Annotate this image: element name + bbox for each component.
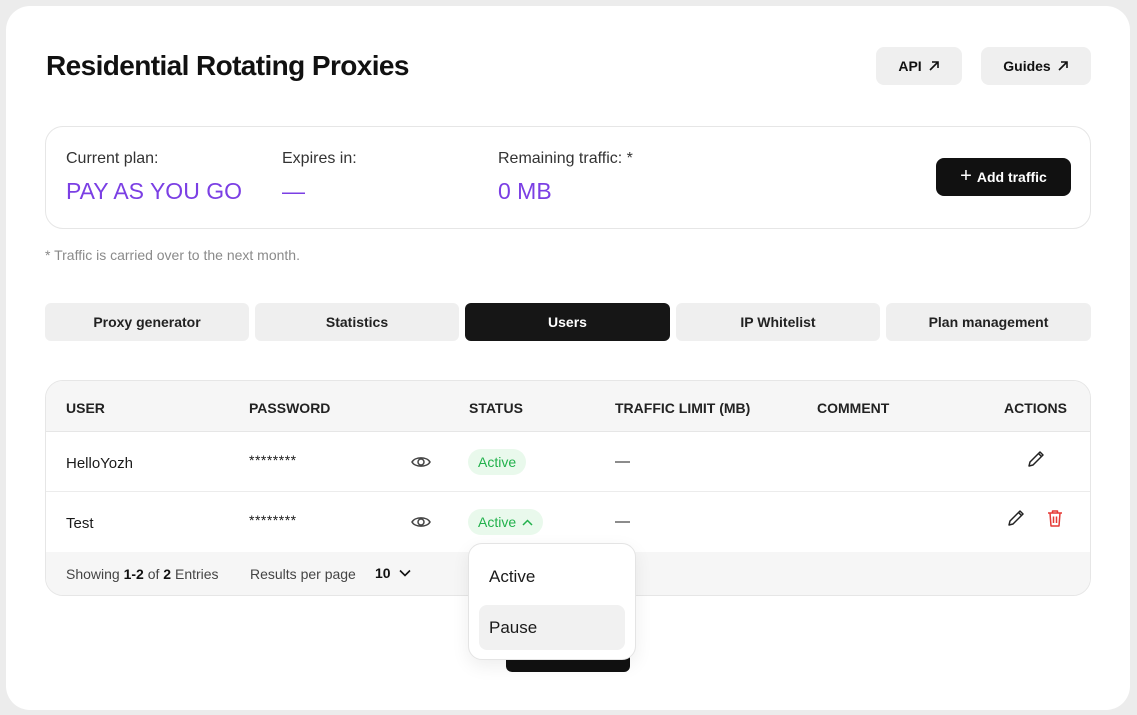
results-per-page-value: 10: [375, 565, 391, 581]
pencil-icon[interactable]: [1005, 507, 1027, 529]
remaining-traffic: Remaining traffic: * 0 MB: [498, 150, 633, 205]
tab-users[interactable]: Users: [465, 303, 670, 341]
tab-ip-whitelist[interactable]: IP Whitelist: [676, 303, 880, 341]
trash-icon[interactable]: [1044, 507, 1066, 529]
user-name: Test: [66, 515, 94, 532]
status-dropdown-trigger[interactable]: Active: [468, 509, 544, 535]
external-arrow-icon: [929, 61, 939, 71]
password-value: ********: [249, 452, 297, 468]
guides-button-label: Guides: [1003, 58, 1051, 74]
current-plan-label: Current plan:: [66, 150, 159, 167]
external-arrow-icon: [1058, 61, 1068, 71]
pencil-icon[interactable]: [1025, 448, 1047, 470]
eye-icon[interactable]: [410, 453, 432, 471]
api-button-label: API: [898, 58, 922, 74]
tab-statistics[interactable]: Statistics: [255, 303, 459, 341]
expires-in: Expires in: —: [282, 150, 357, 205]
traffic-note: * Traffic is carried over to the next mo…: [45, 247, 300, 263]
traffic-limit-value: —: [615, 453, 630, 470]
remaining-traffic-value: 0 MB: [498, 178, 552, 204]
guides-button[interactable]: Guides: [981, 47, 1091, 85]
results-per-page-label: Results per page: [250, 566, 356, 582]
plan-summary-card: Current plan: PAY AS YOU GO Expires in: …: [45, 126, 1091, 229]
pagination-summary: Showing 1-2 of 2 Entries: [66, 566, 219, 582]
column-header-comment: COMMENT: [817, 400, 890, 416]
chevron-up-icon: [522, 518, 533, 526]
column-header-password: PASSWORD: [249, 400, 331, 416]
chevron-down-icon: [399, 569, 411, 577]
api-button[interactable]: API: [876, 47, 962, 85]
current-plan-value: PAY AS YOU GO: [66, 178, 242, 204]
plus-icon: +: [960, 165, 972, 187]
status-badge[interactable]: Active: [468, 449, 527, 475]
eye-icon[interactable]: [410, 513, 432, 531]
main-panel: Residential Rotating Proxies API Guides …: [6, 6, 1130, 710]
page-title: Residential Rotating Proxies: [46, 50, 409, 81]
column-header-status: STATUS: [469, 400, 523, 416]
status-option-active[interactable]: Active: [479, 554, 625, 599]
status-dropdown-menu: Active Pause: [468, 543, 636, 660]
status-label: Active: [478, 514, 517, 530]
add-traffic-label: Add traffic: [976, 169, 1047, 185]
tab-proxy-generator[interactable]: Proxy generator: [45, 303, 249, 341]
showing-total: 2: [163, 566, 172, 582]
expires-value: —: [282, 178, 305, 204]
traffic-limit-value: —: [615, 513, 630, 530]
tab-plan-management[interactable]: Plan management: [886, 303, 1091, 341]
showing-suffix: Entries: [174, 566, 219, 582]
user-name: HelloYozh: [66, 455, 133, 472]
status-option-pause[interactable]: Pause: [479, 605, 625, 650]
showing-range: 1-2: [123, 566, 144, 582]
column-header-user: USER: [66, 400, 105, 416]
add-traffic-button[interactable]: + Add traffic: [936, 158, 1071, 196]
showing-of: of: [147, 566, 160, 582]
current-plan: Current plan: PAY AS YOU GO: [66, 150, 242, 205]
column-header-traffic-limit: TRAFFIC LIMIT (MB): [615, 400, 751, 416]
status-label: Active: [478, 454, 517, 470]
remaining-traffic-label: Remaining traffic: *: [498, 150, 633, 167]
table-row: HelloYozh ******** Active —: [46, 433, 1090, 492]
column-header-actions: ACTIONS: [1004, 400, 1067, 416]
results-per-page-select[interactable]: 10: [375, 565, 411, 581]
password-value: ********: [249, 512, 297, 528]
table-header: USER PASSWORD STATUS TRAFFIC LIMIT (MB) …: [46, 381, 1090, 432]
expires-label: Expires in:: [282, 150, 357, 167]
showing-prefix: Showing: [66, 566, 120, 582]
